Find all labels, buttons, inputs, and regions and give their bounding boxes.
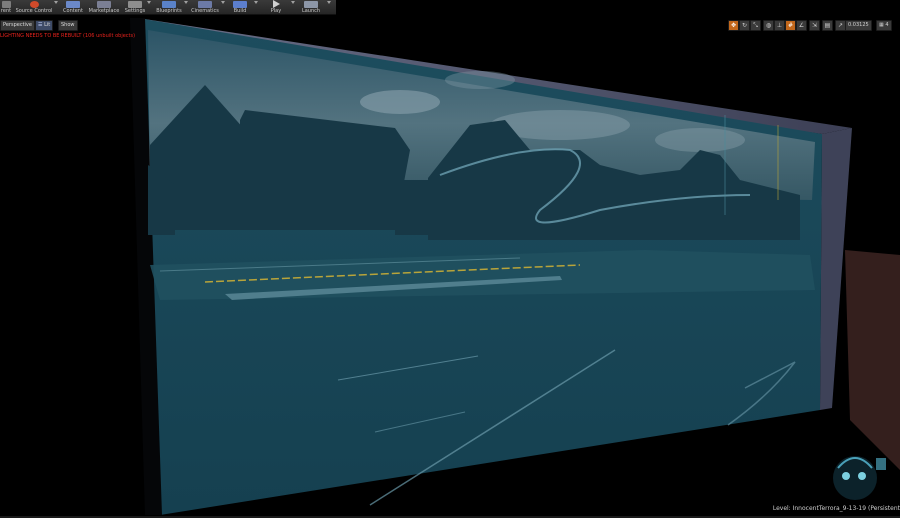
toolbar-blueprints-button[interactable]: Blueprints — [155, 0, 183, 14]
toolbar-content-button[interactable]: Content — [62, 0, 84, 14]
cinematics-icon — [198, 0, 212, 8]
transform-icon[interactable]: ✥ — [728, 20, 739, 31]
save-icon — [1, 0, 11, 8]
toolbar-label: Launch — [301, 8, 321, 14]
scale-icon[interactable]: ⤡ — [750, 20, 761, 31]
toolbar-label: rent — [0, 8, 12, 14]
camera-speed-value[interactable]: 0.03125 — [845, 20, 872, 31]
toolbar-label: Source Control — [15, 8, 53, 14]
side-wall — [845, 250, 900, 470]
toolbar-launch-button[interactable]: Launch — [298, 0, 324, 14]
launch-dropdown-icon[interactable] — [327, 1, 331, 4]
lit-icon: ☰ — [38, 22, 43, 28]
cloud — [445, 71, 515, 89]
toolbar-source-control-button[interactable]: Source Control — [15, 0, 53, 14]
cinematics-dropdown-icon[interactable] — [221, 1, 225, 4]
content-icon — [66, 0, 80, 8]
cloud — [655, 128, 745, 152]
source-control-dropdown-icon[interactable] — [54, 1, 58, 4]
blueprints-dropdown-icon[interactable] — [184, 1, 188, 4]
channel-logo-watermark — [833, 456, 886, 500]
rotation-snap-icon[interactable]: ∠ — [796, 20, 807, 31]
play-dropdown-icon[interactable] — [291, 1, 295, 4]
scale-value-icon[interactable]: ▤ — [822, 20, 833, 31]
source-control-icon — [29, 0, 39, 8]
level-viewport[interactable] — [0, 15, 900, 516]
toolbar-save-button[interactable]: rent — [0, 0, 12, 14]
view-mode-button[interactable]: ☰ Lit — [35, 20, 54, 31]
grid-size-value[interactable]: ▦ 4 — [876, 20, 892, 31]
blueprints-icon — [162, 0, 176, 8]
toolbar-label: Cinematics — [191, 8, 219, 14]
rotate-icon[interactable]: ↻ — [739, 20, 750, 31]
build-icon — [233, 0, 247, 8]
toolbar-label: Content — [63, 8, 83, 14]
toolbar-label: Blueprints — [156, 8, 182, 14]
scene-render — [130, 18, 900, 515]
cloud — [360, 90, 440, 114]
toolbar-build-button[interactable]: Build — [228, 0, 252, 14]
world-icon[interactable]: ◍ — [763, 20, 774, 31]
surface-snap-icon[interactable]: ⊥ — [774, 20, 785, 31]
main-toolbar: rent Source Control Content Marketplace … — [0, 0, 336, 15]
grid-size-icon: ▦ — [879, 22, 884, 28]
grid-size-label: 4 — [885, 22, 889, 28]
launch-icon — [304, 0, 318, 8]
play-icon — [272, 0, 280, 8]
marketplace-icon — [97, 0, 111, 8]
perspective-button[interactable]: Perspective — [0, 20, 35, 31]
level-name: Level: InnocentTerrora_9-13-19 (Persiste… — [772, 505, 900, 512]
toolbar-label: Marketplace — [88, 8, 120, 14]
toolbar-play-button[interactable]: Play — [264, 0, 288, 14]
toolbar-label: Settings — [124, 8, 146, 14]
toolbar-cinematics-button[interactable]: Cinematics — [190, 0, 220, 14]
settings-icon — [128, 0, 142, 8]
view-mode-label: Lit — [44, 22, 51, 28]
build-dropdown-icon[interactable] — [254, 1, 258, 4]
lighting-warning: LIGHTING NEEDS TO BE REBUILT (106 unbuil… — [0, 33, 136, 39]
toolbar-marketplace-button[interactable]: Marketplace — [88, 0, 120, 14]
grid-snap-icon[interactable]: # — [785, 20, 796, 31]
toolbar-settings-button[interactable]: Settings — [124, 0, 146, 14]
settings-dropdown-icon[interactable] — [147, 1, 151, 4]
scale-snap-icon[interactable]: ⇲ — [809, 20, 820, 31]
toolbar-label: Play — [270, 8, 282, 14]
toolbar-label: Build — [233, 8, 247, 14]
show-button[interactable]: Show — [58, 20, 78, 31]
